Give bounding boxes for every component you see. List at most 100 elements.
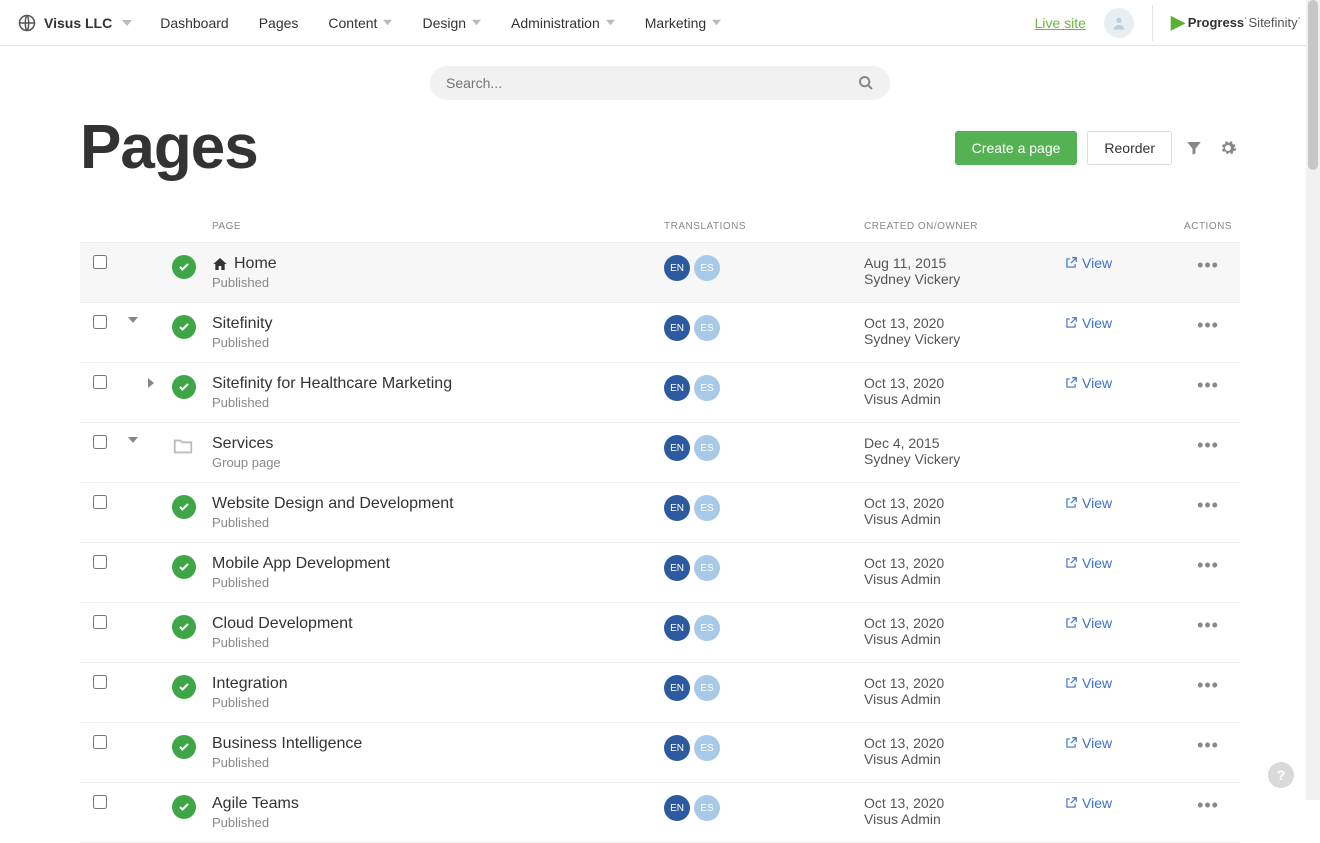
col-page: PAGE <box>204 211 656 243</box>
row-checkbox[interactable] <box>93 435 107 449</box>
row-checkbox[interactable] <box>93 315 107 329</box>
page-name[interactable]: Agile Teams <box>212 795 648 813</box>
lang-badge-en[interactable]: EN <box>664 615 690 641</box>
lang-badge-es[interactable]: ES <box>694 735 720 761</box>
lang-badge-es[interactable]: ES <box>694 795 720 821</box>
page-name[interactable]: Sitefinity <box>212 315 648 333</box>
view-link[interactable]: View <box>1064 375 1112 391</box>
live-site-link[interactable]: Live site <box>1035 15 1086 31</box>
expand-down-icon[interactable] <box>128 435 156 445</box>
row-checkbox[interactable] <box>93 615 107 629</box>
search-input[interactable] <box>446 75 858 91</box>
lang-badge-en[interactable]: EN <box>664 375 690 401</box>
page-status: Published <box>212 635 648 650</box>
more-actions[interactable]: ••• <box>1176 363 1240 423</box>
lang-badge-es[interactable]: ES <box>694 255 720 281</box>
view-link[interactable]: View <box>1064 795 1112 811</box>
lang-badge-en[interactable]: EN <box>664 435 690 461</box>
page-name[interactable]: Business Intelligence <box>212 735 648 753</box>
row-checkbox[interactable] <box>93 375 107 389</box>
page-name[interactable]: Integration <box>212 675 648 693</box>
table-row[interactable]: Business IntelligencePublishedENESOct 13… <box>80 723 1240 783</box>
lang-badge-es[interactable]: ES <box>694 615 720 641</box>
help-button[interactable]: ? <box>1268 762 1294 788</box>
more-actions[interactable]: ••• <box>1176 543 1240 603</box>
more-actions[interactable]: ••• <box>1176 483 1240 543</box>
page-name[interactable]: Home <box>212 255 648 273</box>
lang-badge-es[interactable]: ES <box>694 375 720 401</box>
table-row[interactable]: ServicesGroup pageENESDec 4, 2015Sydney … <box>80 423 1240 483</box>
view-link[interactable]: View <box>1064 675 1112 691</box>
more-actions[interactable]: ••• <box>1176 723 1240 783</box>
view-link[interactable]: View <box>1064 315 1112 331</box>
lang-badge-es[interactable]: ES <box>694 315 720 341</box>
create-page-button[interactable]: Create a page <box>955 131 1078 165</box>
lang-badge-en[interactable]: EN <box>664 315 690 341</box>
more-actions[interactable]: ••• <box>1176 663 1240 723</box>
filter-icon[interactable] <box>1182 136 1206 160</box>
page-name[interactable]: Services <box>212 435 648 453</box>
row-checkbox[interactable] <box>93 795 107 809</box>
row-checkbox[interactable] <box>93 735 107 749</box>
more-actions[interactable]: ••• <box>1176 303 1240 363</box>
table-row[interactable]: Mobile App DevelopmentPublishedENESOct 1… <box>80 543 1240 603</box>
more-actions[interactable]: ••• <box>1176 783 1240 843</box>
search-box[interactable] <box>430 66 890 100</box>
more-actions[interactable]: ••• <box>1176 423 1240 483</box>
view-link[interactable]: View <box>1064 495 1112 511</box>
page-name[interactable]: Sitefinity for Healthcare Marketing <box>212 375 648 393</box>
table-row[interactable]: SitefinityPublishedENESOct 13, 2020Sydne… <box>80 303 1240 363</box>
user-avatar[interactable] <box>1104 8 1134 38</box>
table-row[interactable]: Cloud DevelopmentPublishedENESOct 13, 20… <box>80 603 1240 663</box>
lang-badge-es[interactable]: ES <box>694 495 720 521</box>
external-link-icon <box>1064 376 1078 390</box>
lang-badge-en[interactable]: EN <box>664 675 690 701</box>
view-link[interactable]: View <box>1064 255 1112 271</box>
lang-badge-en[interactable]: EN <box>664 735 690 761</box>
lang-badge-es[interactable]: ES <box>694 435 720 461</box>
gear-icon[interactable] <box>1216 136 1240 160</box>
expand-down-icon[interactable] <box>128 315 156 325</box>
row-checkbox[interactable] <box>93 495 107 509</box>
nav-administration[interactable]: Administration <box>511 15 615 31</box>
scrollbar[interactable] <box>1306 0 1320 800</box>
table-row[interactable]: HomePublishedENESAug 11, 2015Sydney Vick… <box>80 243 1240 303</box>
row-checkbox[interactable] <box>93 675 107 689</box>
nav-dashboard[interactable]: Dashboard <box>160 15 229 31</box>
lang-badge-en[interactable]: EN <box>664 495 690 521</box>
more-actions[interactable]: ••• <box>1176 603 1240 663</box>
nav-pages[interactable]: Pages <box>259 15 299 31</box>
row-checkbox[interactable] <box>93 555 107 569</box>
view-link[interactable]: View <box>1064 615 1112 631</box>
expand-right-icon[interactable] <box>146 378 156 388</box>
external-link-icon <box>1064 316 1078 330</box>
product-logo: ▶ Progress˙Sitefinity˙ <box>1171 12 1302 33</box>
row-checkbox[interactable] <box>93 255 107 269</box>
site-switcher[interactable]: Visus LLC <box>18 14 132 32</box>
scrollbar-thumb[interactable] <box>1308 0 1318 170</box>
view-link[interactable]: View <box>1064 555 1112 571</box>
search-icon[interactable] <box>858 75 874 91</box>
page-status: Published <box>212 395 648 410</box>
reorder-button[interactable]: Reorder <box>1087 131 1172 165</box>
table-row[interactable]: IntegrationPublishedENESOct 13, 2020Visu… <box>80 663 1240 723</box>
nav-design[interactable]: Design <box>422 15 481 31</box>
created-date: Aug 11, 2015 <box>864 255 1048 271</box>
lang-badge-en[interactable]: EN <box>664 795 690 821</box>
more-actions[interactable]: ••• <box>1176 243 1240 303</box>
lang-badge-es[interactable]: ES <box>694 675 720 701</box>
view-link[interactable]: View <box>1064 735 1112 751</box>
table-row[interactable]: Agile TeamsPublishedENESOct 13, 2020Visu… <box>80 783 1240 843</box>
page-name[interactable]: Cloud Development <box>212 615 648 633</box>
lang-badge-es[interactable]: ES <box>694 555 720 581</box>
table-row[interactable]: Website Design and DevelopmentPublishedE… <box>80 483 1240 543</box>
table-row[interactable]: Sitefinity for Healthcare Marketing Publi… <box>80 363 1240 423</box>
page-name[interactable]: Mobile App Development <box>212 555 648 573</box>
lang-badge-en[interactable]: EN <box>664 255 690 281</box>
nav-content[interactable]: Content <box>328 15 392 31</box>
page-name[interactable]: Website Design and Development <box>212 495 648 513</box>
lang-badge-en[interactable]: EN <box>664 555 690 581</box>
folder-icon <box>172 435 196 457</box>
home-icon <box>212 256 228 272</box>
nav-marketing[interactable]: Marketing <box>645 15 721 31</box>
